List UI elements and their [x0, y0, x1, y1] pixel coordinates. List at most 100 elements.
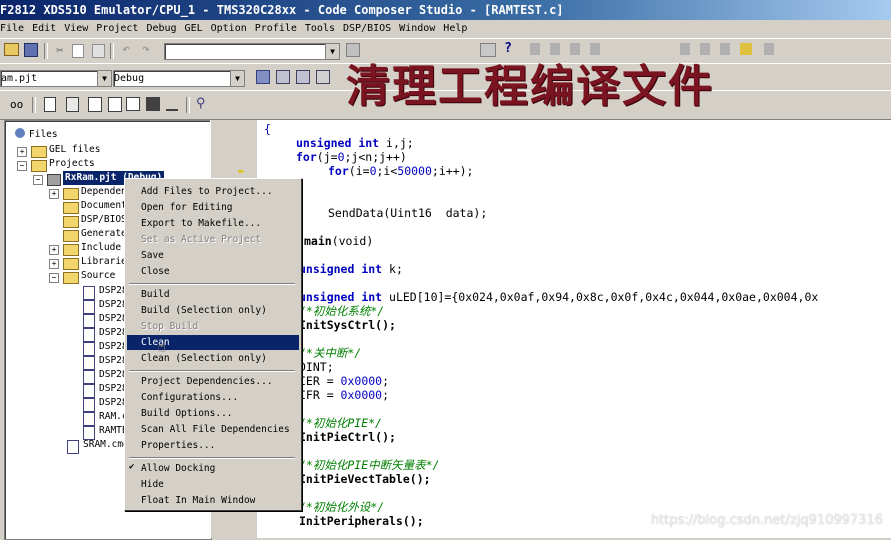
- code-line: InitSysCtrl();: [299, 318, 396, 332]
- stop-build-icon[interactable]: [316, 70, 330, 84]
- folder-icon: [63, 202, 79, 214]
- expand-icon[interactable]: +: [17, 147, 27, 157]
- menu-item-allow-docking[interactable]: Allow Docking: [127, 461, 299, 476]
- menu-item-close[interactable]: Close: [127, 264, 299, 279]
- menu-item-open-for-editing[interactable]: Open for Editing: [127, 200, 299, 215]
- image-display-icon[interactable]: [146, 97, 160, 111]
- tree-file-cmd[interactable]: SRAM.cmd: [83, 438, 129, 452]
- toolbar-button-icon[interactable]: [720, 43, 730, 55]
- toolbar-button-icon[interactable]: [764, 43, 774, 55]
- open-folder-icon[interactable]: [4, 43, 19, 56]
- menu-item-build[interactable]: Build: [127, 287, 299, 302]
- graph-icon[interactable]: [126, 97, 140, 111]
- tree-folder-libraries[interactable]: Librarie: [81, 255, 127, 269]
- menu-item-save[interactable]: Save: [127, 248, 299, 263]
- collapse-icon[interactable]: −: [49, 273, 59, 283]
- menu-tools[interactable]: Tools: [301, 20, 339, 38]
- menu-debug[interactable]: Debug: [142, 20, 180, 38]
- menu-item-clean[interactable]: Clean: [127, 335, 299, 350]
- cut-icon[interactable]: ✂: [52, 43, 68, 59]
- menu-item-clean-selection[interactable]: Clean (Selection only): [127, 351, 299, 366]
- copy-icon[interactable]: [72, 44, 84, 58]
- menu-item-add-files[interactable]: Add Files to Project...: [127, 184, 299, 199]
- registers-icon[interactable]: [66, 97, 79, 112]
- c-file-icon: [83, 286, 95, 300]
- undo-icon[interactable]: ↶: [118, 42, 134, 58]
- build-config-combo[interactable]: Debug ▼: [113, 70, 245, 87]
- code-line: {: [264, 122, 271, 136]
- tree-projects[interactable]: Projects: [49, 157, 95, 171]
- expand-icon[interactable]: +: [49, 189, 59, 199]
- c-file-icon: [83, 300, 95, 314]
- menu-help[interactable]: Help: [439, 20, 471, 38]
- menu-option[interactable]: Option: [207, 20, 251, 38]
- toolbar-separator: [186, 97, 190, 113]
- folder-icon: [63, 244, 79, 256]
- menu-project[interactable]: Project: [92, 20, 142, 38]
- tree-root-label: Files: [29, 129, 58, 140]
- cmd-file-icon: [67, 440, 79, 454]
- menu-item-hide[interactable]: Hide: [127, 477, 299, 492]
- menu-gel[interactable]: GEL: [181, 20, 207, 38]
- tree-root-files[interactable]: Files: [15, 128, 58, 142]
- menu-item-configurations[interactable]: Configurations...: [127, 390, 299, 405]
- menu-item-project-dependencies[interactable]: Project Dependencies...: [127, 374, 299, 389]
- tree-folder-include[interactable]: Include: [81, 241, 121, 255]
- tree-folder-source[interactable]: Source: [81, 269, 115, 283]
- code-comment: /*初始化PIE*/: [299, 416, 382, 430]
- code-line: InitPeripherals();: [299, 514, 424, 528]
- chevron-down-icon[interactable]: ▼: [97, 71, 111, 86]
- profiler-icon[interactable]: [166, 97, 178, 111]
- tree-folder-documents[interactable]: Document: [81, 199, 127, 213]
- expand-icon[interactable]: +: [49, 259, 59, 269]
- code-line: DINT;: [299, 360, 334, 374]
- menu-profile[interactable]: Profile: [251, 20, 301, 38]
- search-combo[interactable]: ▼: [164, 43, 340, 60]
- watch-glasses-icon[interactable]: oo: [10, 97, 26, 113]
- tree-folder-dsp-bios[interactable]: DSP/BIOS: [81, 213, 127, 227]
- menu-item-set-active-project: Set as Active Project: [141, 234, 262, 245]
- incremental-build-icon[interactable]: [276, 70, 290, 84]
- probe-point-icon[interactable]: ⚲: [196, 96, 212, 112]
- collapse-icon[interactable]: −: [33, 175, 43, 185]
- active-project-combo[interactable]: am.pjt ▼: [0, 70, 112, 87]
- overlay-title: 清理工程编译文件: [346, 61, 714, 112]
- watch-window-icon[interactable]: [88, 97, 102, 112]
- paste-icon[interactable]: [92, 44, 105, 58]
- menu-item-stop-build: Stop Build: [141, 321, 199, 332]
- menu-edit[interactable]: Edit: [28, 20, 60, 38]
- menu-item-build-selection[interactable]: Build (Selection only): [127, 303, 299, 318]
- menu-item-build-options[interactable]: Build Options...: [127, 406, 299, 421]
- code-comment: /*初始化外设*/: [299, 500, 385, 514]
- c-file-icon: [83, 412, 95, 426]
- expand-icon[interactable]: +: [49, 245, 59, 255]
- chevron-down-icon[interactable]: ▼: [325, 44, 339, 59]
- menu-view[interactable]: View: [60, 20, 92, 38]
- build-config-value: Debug: [114, 73, 145, 84]
- tree-folder-generated[interactable]: Generate: [81, 227, 127, 241]
- memory-window-icon[interactable]: [44, 97, 56, 112]
- toolbar-button-icon[interactable]: [740, 43, 752, 55]
- menu-item-float-main-window[interactable]: Float In Main Window: [127, 493, 299, 508]
- disassembly-icon[interactable]: [108, 97, 122, 112]
- tree-folder-dependent[interactable]: Dependen: [81, 185, 127, 199]
- menu-item-properties[interactable]: Properties...: [127, 438, 299, 453]
- save-icon[interactable]: [24, 43, 38, 57]
- rebuild-all-icon[interactable]: [296, 70, 310, 84]
- tree-gel-files[interactable]: GEL files: [49, 143, 100, 157]
- menu-item-scan-dependencies[interactable]: Scan All File Dependencies: [127, 422, 299, 437]
- menu-item-export-makefile[interactable]: Export to Makefile...: [127, 216, 299, 231]
- code-comment: /*初始化系统*/: [299, 304, 385, 318]
- active-project-value: am.pjt: [1, 73, 38, 84]
- compile-file-icon[interactable]: [256, 70, 270, 84]
- code-line: unsigned int i,j;: [296, 136, 414, 150]
- chevron-down-icon[interactable]: ▼: [230, 71, 244, 86]
- collapse-icon[interactable]: −: [17, 161, 27, 171]
- toolbar-separator: [110, 43, 114, 59]
- menu-dsp-bios[interactable]: DSP/BIOS: [339, 20, 395, 38]
- folder-icon: [63, 216, 79, 228]
- menu-file[interactable]: File: [0, 20, 28, 38]
- folder-icon: [63, 230, 79, 242]
- redo-icon[interactable]: ↷: [138, 42, 154, 58]
- menu-window[interactable]: Window: [395, 20, 439, 38]
